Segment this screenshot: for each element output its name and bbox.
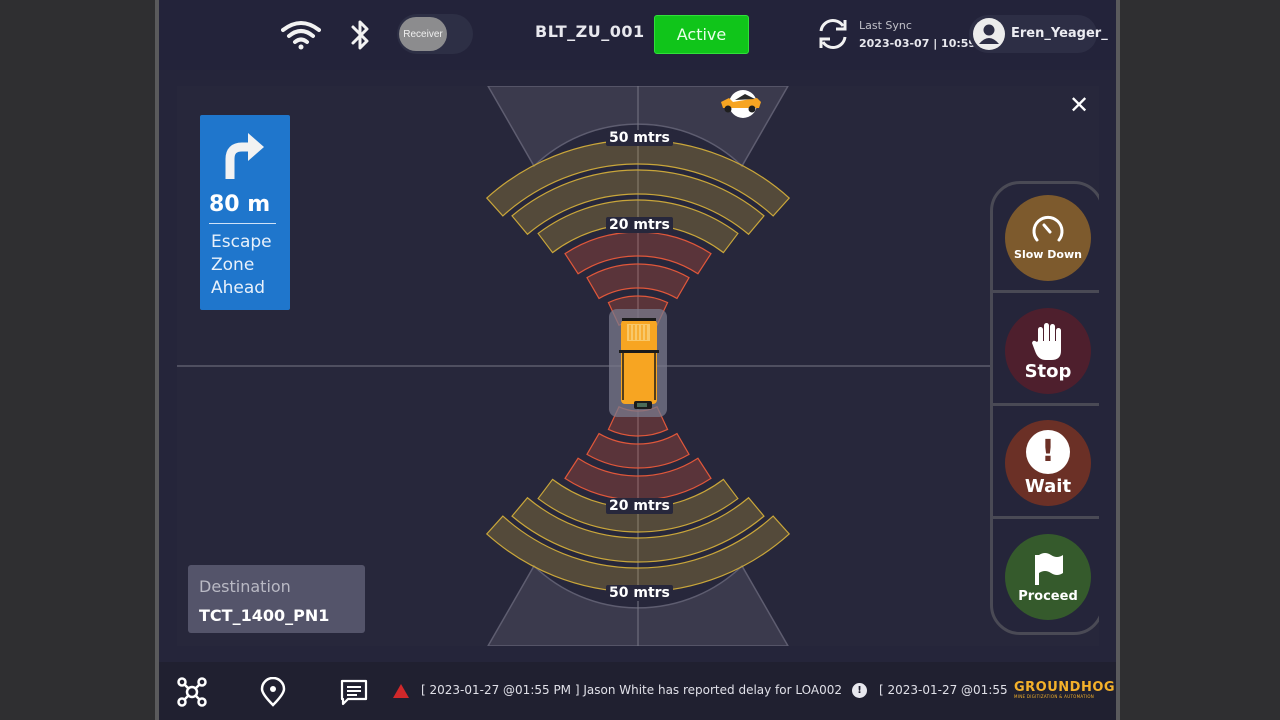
sign-distance: 80 m <box>209 192 271 217</box>
range-label-rear-near: 20 mtrs <box>606 498 673 514</box>
device-id: BLT_ZU_001 <box>535 22 645 41</box>
stop-button[interactable]: Stop <box>1005 308 1091 394</box>
sign-message: Escape Zone Ahead <box>211 231 286 300</box>
action-rail: Slow Down Stop ! Wait Proceed <box>990 181 1099 635</box>
slow-down-label: Slow Down <box>1014 248 1082 261</box>
user-profile-button[interactable]: Eren_Yeager_ <box>969 15 1108 53</box>
user-name: Eren_Yeager_ <box>1011 26 1108 41</box>
slow-down-button[interactable]: Slow Down <box>1005 195 1091 281</box>
message-icon[interactable] <box>339 677 369 707</box>
last-sync-label: Last Sync <box>859 19 912 32</box>
avatar-icon <box>973 18 1005 50</box>
logo-text: GROUNDHOG <box>1014 680 1116 695</box>
receiver-toggle-label: Receiver <box>399 17 447 51</box>
exclamation-icon: ! <box>1026 429 1070 474</box>
alert-message[interactable]: [ 2023-01-27 @01:55 PM ] Jason White has… <box>421 683 842 697</box>
wait-button[interactable]: ! Wait <box>1005 420 1091 506</box>
rail-divider <box>993 290 1099 293</box>
wifi-icon[interactable] <box>281 20 321 50</box>
top-bar: Receiver BLT_ZU_001 Active Last Sync 202… <box>159 0 1116 70</box>
bottom-bar: [ 2023-01-27 @01:55 PM ] Jason White has… <box>159 662 1116 720</box>
turn-right-arrow-icon <box>225 133 264 179</box>
escape-zone-sign: 80 m Escape Zone Ahead <box>200 115 290 310</box>
haul-truck-icon <box>721 90 761 118</box>
sign-line-1: Escape <box>211 232 272 252</box>
device-bezel-right <box>1120 0 1280 720</box>
app-screen: Receiver BLT_ZU_001 Active Last Sync 202… <box>159 0 1116 720</box>
proceed-button[interactable]: Proceed <box>1005 534 1091 620</box>
range-label-front-far: 50 mtrs <box>606 130 673 146</box>
wait-label: Wait <box>1024 475 1072 497</box>
location-pin-icon[interactable] <box>258 677 288 707</box>
sync-icon[interactable] <box>815 16 851 52</box>
proximity-map: 50 mtrs 20 mtrs 20 mtrs 50 mtrs ✕ 80 m E… <box>177 86 1099 646</box>
network-icon[interactable] <box>177 677 207 707</box>
stop-label: Stop <box>1024 360 1072 382</box>
range-label-front-near: 20 mtrs <box>606 217 673 233</box>
vehicle-icon <box>609 309 667 417</box>
flag-icon <box>1035 552 1063 585</box>
destination-value: TCT_1400_PN1 <box>199 606 330 625</box>
status-active-button[interactable]: Active <box>654 15 749 54</box>
sign-divider <box>209 223 276 224</box>
warning-icon <box>393 684 409 698</box>
info-icon: ! <box>852 683 867 698</box>
rail-divider <box>993 403 1099 406</box>
bluetooth-icon[interactable] <box>349 18 373 52</box>
proceed-label: Proceed <box>1018 588 1078 604</box>
sign-line-2: Zone <box>211 255 255 275</box>
rail-divider <box>993 516 1099 519</box>
sign-line-3: Ahead <box>211 278 266 298</box>
close-button[interactable]: ✕ <box>1068 93 1090 117</box>
destination-label: Destination <box>199 577 291 596</box>
hand-stop-icon <box>1032 322 1061 360</box>
last-sync-time: 2023-03-07 | 10:59 <box>859 37 977 50</box>
receiver-toggle[interactable]: Receiver <box>397 14 473 54</box>
alert-message[interactable]: [ 2023-01-27 @01:55 PM <box>879 683 1011 697</box>
destination-card: Destination TCT_1400_PN1 <box>188 565 365 633</box>
speedometer-icon <box>1032 215 1064 242</box>
range-label-rear-far: 50 mtrs <box>606 585 673 601</box>
groundhog-logo: GROUNDHOG MINE DIGITIZATION & AUTOMATION <box>1014 680 1116 699</box>
device-bezel-left <box>0 0 155 720</box>
